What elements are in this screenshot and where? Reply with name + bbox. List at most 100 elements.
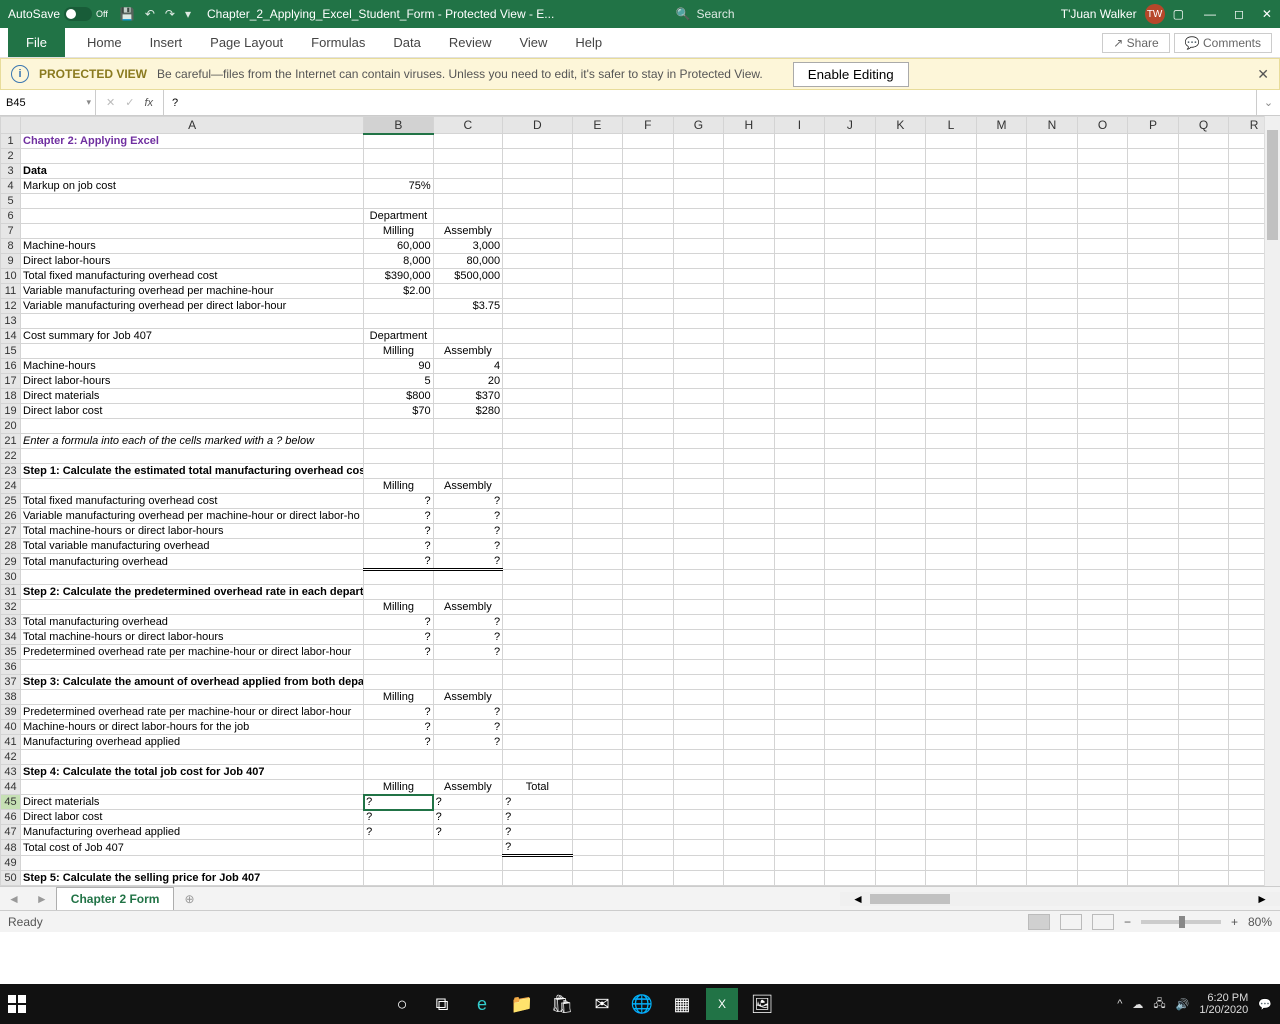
- cell-L7[interactable]: [926, 224, 977, 239]
- cell-L1[interactable]: [926, 134, 977, 149]
- cell-J10[interactable]: [825, 269, 876, 284]
- ribbon-tab-insert[interactable]: Insert: [136, 28, 197, 57]
- cell-F15[interactable]: [623, 344, 674, 359]
- cell-P6[interactable]: [1128, 209, 1179, 224]
- cell-J48[interactable]: [825, 840, 876, 856]
- cell-A45[interactable]: Direct materials: [21, 795, 364, 810]
- cell-H46[interactable]: [724, 810, 775, 825]
- cell-K34[interactable]: [875, 630, 926, 645]
- ribbon-tab-view[interactable]: View: [505, 28, 561, 57]
- cell-O21[interactable]: [1077, 434, 1128, 449]
- cell-L34[interactable]: [926, 630, 977, 645]
- cell-M23[interactable]: [976, 464, 1027, 479]
- cell-K30[interactable]: [875, 570, 926, 585]
- row-header-4[interactable]: 4: [1, 179, 21, 194]
- cell-K15[interactable]: [875, 344, 926, 359]
- cell-Q24[interactable]: [1178, 479, 1229, 494]
- row-header-27[interactable]: 27: [1, 524, 21, 539]
- cell-F20[interactable]: [623, 419, 674, 434]
- cell-G38[interactable]: [673, 690, 724, 705]
- cell-Q44[interactable]: [1178, 780, 1229, 795]
- cell-D30[interactable]: [503, 570, 572, 585]
- row-header-47[interactable]: 47: [1, 825, 21, 840]
- cell-G14[interactable]: [673, 329, 724, 344]
- expand-formula-bar-icon[interactable]: ⌄: [1256, 90, 1280, 115]
- cell-P24[interactable]: [1128, 479, 1179, 494]
- cell-F39[interactable]: [623, 705, 674, 720]
- cell-B46[interactable]: ?: [364, 810, 433, 825]
- cell-A26[interactable]: Variable manufacturing overhead per mach…: [21, 509, 364, 524]
- cell-A16[interactable]: Machine-hours: [21, 359, 364, 374]
- cell-I29[interactable]: [774, 554, 825, 570]
- cell-O19[interactable]: [1077, 404, 1128, 419]
- cell-A11[interactable]: Variable manufacturing overhead per mach…: [21, 284, 364, 299]
- cell-D49[interactable]: [503, 856, 572, 871]
- cell-M50[interactable]: [976, 871, 1027, 886]
- share-button[interactable]: ↗ Share: [1102, 33, 1169, 53]
- cell-C31[interactable]: [433, 585, 502, 600]
- cell-I11[interactable]: [774, 284, 825, 299]
- cell-Q42[interactable]: [1178, 750, 1229, 765]
- cell-D11[interactable]: [503, 284, 572, 299]
- row-header-9[interactable]: 9: [1, 254, 21, 269]
- cell-I7[interactable]: [774, 224, 825, 239]
- cell-A29[interactable]: Total manufacturing overhead: [21, 554, 364, 570]
- cell-G13[interactable]: [673, 314, 724, 329]
- cell-Q49[interactable]: [1178, 856, 1229, 871]
- cell-F2[interactable]: [623, 149, 674, 164]
- cell-O10[interactable]: [1077, 269, 1128, 284]
- cell-C9[interactable]: 80,000: [433, 254, 502, 269]
- cell-O25[interactable]: [1077, 494, 1128, 509]
- cell-E3[interactable]: [572, 164, 623, 179]
- cell-H50[interactable]: [724, 871, 775, 886]
- cell-Q25[interactable]: [1178, 494, 1229, 509]
- cell-D35[interactable]: [503, 645, 572, 660]
- cell-K32[interactable]: [875, 600, 926, 615]
- cell-I44[interactable]: [774, 780, 825, 795]
- cell-L23[interactable]: [926, 464, 977, 479]
- cell-I16[interactable]: [774, 359, 825, 374]
- cell-J35[interactable]: [825, 645, 876, 660]
- cell-O1[interactable]: [1077, 134, 1128, 149]
- cell-L11[interactable]: [926, 284, 977, 299]
- cell-M37[interactable]: [976, 675, 1027, 690]
- cell-Q19[interactable]: [1178, 404, 1229, 419]
- cell-F1[interactable]: [623, 134, 674, 149]
- cell-I33[interactable]: [774, 615, 825, 630]
- cell-P45[interactable]: [1128, 795, 1179, 810]
- cell-B31[interactable]: [364, 585, 433, 600]
- sheet-nav-prev-icon[interactable]: ◄: [0, 892, 28, 906]
- cell-J9[interactable]: [825, 254, 876, 269]
- cell-I31[interactable]: [774, 585, 825, 600]
- cell-I17[interactable]: [774, 374, 825, 389]
- cell-G43[interactable]: [673, 765, 724, 780]
- cell-C8[interactable]: 3,000: [433, 239, 502, 254]
- cell-D5[interactable]: [503, 194, 572, 209]
- cell-P14[interactable]: [1128, 329, 1179, 344]
- cell-N23[interactable]: [1027, 464, 1078, 479]
- cell-F21[interactable]: [623, 434, 674, 449]
- cell-D24[interactable]: [503, 479, 572, 494]
- col-header-B[interactable]: B: [364, 117, 433, 134]
- cell-D47[interactable]: ?: [503, 825, 572, 840]
- cell-E27[interactable]: [572, 524, 623, 539]
- cell-F19[interactable]: [623, 404, 674, 419]
- cell-L14[interactable]: [926, 329, 977, 344]
- cell-K11[interactable]: [875, 284, 926, 299]
- cell-E30[interactable]: [572, 570, 623, 585]
- cell-P40[interactable]: [1128, 720, 1179, 735]
- cell-N22[interactable]: [1027, 449, 1078, 464]
- cell-E48[interactable]: [572, 840, 623, 856]
- cell-H33[interactable]: [724, 615, 775, 630]
- cell-Q28[interactable]: [1178, 539, 1229, 554]
- cell-P5[interactable]: [1128, 194, 1179, 209]
- cell-L45[interactable]: [926, 795, 977, 810]
- cell-I26[interactable]: [774, 509, 825, 524]
- cell-H6[interactable]: [724, 209, 775, 224]
- cell-K8[interactable]: [875, 239, 926, 254]
- cell-C30[interactable]: [433, 570, 502, 585]
- page-break-view-icon[interactable]: [1092, 914, 1114, 930]
- cell-A19[interactable]: Direct labor cost: [21, 404, 364, 419]
- cell-C20[interactable]: [433, 419, 502, 434]
- cell-G47[interactable]: [673, 825, 724, 840]
